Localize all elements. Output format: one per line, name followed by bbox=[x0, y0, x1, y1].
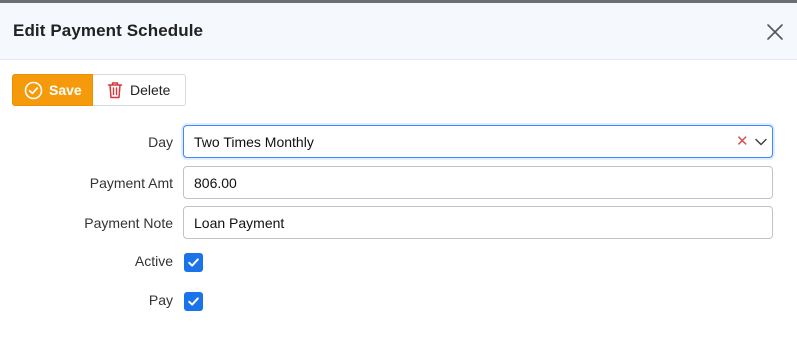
trash-icon bbox=[107, 82, 123, 99]
close-icon[interactable] bbox=[764, 21, 786, 43]
pay-checkbox[interactable] bbox=[184, 292, 203, 311]
payment-note-field[interactable]: Loan Payment bbox=[183, 206, 773, 239]
day-select-value: Two Times Monthly bbox=[194, 133, 314, 150]
save-button[interactable]: Save bbox=[12, 74, 93, 106]
payment-amt-field[interactable]: 806.00 bbox=[183, 166, 773, 199]
delete-button[interactable]: Delete bbox=[93, 74, 186, 106]
save-label: Save bbox=[49, 82, 82, 98]
active-label: Active bbox=[134, 253, 173, 269]
clear-icon[interactable]: ✕ bbox=[736, 134, 750, 150]
payment-amt-value: 806.00 bbox=[194, 174, 237, 191]
pay-label: Pay bbox=[148, 292, 173, 308]
active-checkbox[interactable] bbox=[184, 253, 203, 272]
delete-label: Delete bbox=[130, 82, 171, 98]
dialog-header: Edit Payment Schedule bbox=[0, 3, 797, 60]
dialog-title: Edit Payment Schedule bbox=[13, 21, 204, 40]
edit-payment-schedule-dialog: Edit Payment Schedule Save Delete Day Tw… bbox=[0, 0, 797, 352]
day-label: Day bbox=[148, 134, 173, 150]
checkmark-icon bbox=[188, 297, 199, 306]
payment-note-value: Loan Payment bbox=[194, 214, 285, 231]
payment-amt-label: Payment Amt bbox=[89, 175, 173, 191]
checkmark-icon bbox=[188, 258, 199, 267]
payment-note-label: Payment Note bbox=[84, 215, 173, 231]
toolbar: Save Delete bbox=[12, 74, 186, 108]
check-circle-icon bbox=[24, 81, 43, 99]
chevron-down-icon[interactable] bbox=[754, 135, 768, 152]
day-select[interactable]: Two Times Monthly ✕ bbox=[183, 125, 773, 158]
